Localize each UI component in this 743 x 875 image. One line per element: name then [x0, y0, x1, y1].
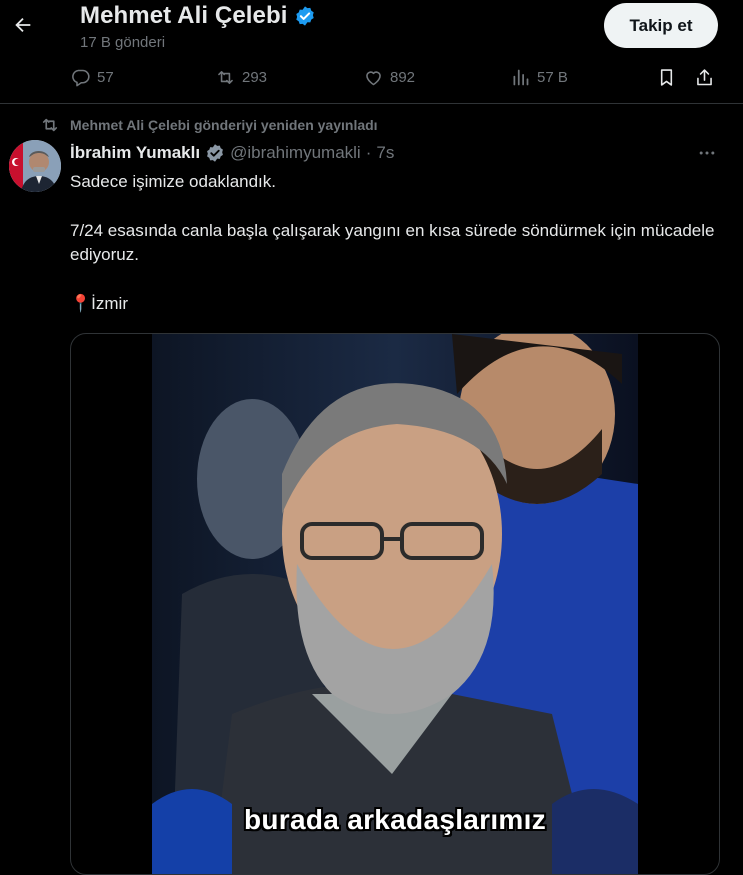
back-arrow-icon[interactable]	[8, 7, 38, 43]
repost-icon	[218, 70, 233, 84]
tweet-text-line: Sadece işimize odaklandık.	[70, 172, 277, 191]
profile-header: Mehmet Ali Çelebi 17 B gönderi Takip et …	[0, 0, 743, 103]
tweet-text-line: 7/24 esasında canla başla çalışarak yang…	[70, 220, 715, 265]
location-text: İzmir	[91, 293, 128, 313]
repost-context-icon	[42, 118, 58, 132]
author-name[interactable]: İbrahim Yumaklı	[70, 143, 200, 163]
like-icon	[366, 70, 381, 85]
profile-title-row: Mehmet Ali Çelebi	[80, 0, 316, 32]
author-handle[interactable]: @ibrahimyumakli	[230, 143, 361, 163]
more-icon[interactable]	[693, 140, 721, 166]
reply-icon	[72, 69, 90, 86]
share-button[interactable]	[694, 62, 715, 92]
share-icon	[697, 68, 712, 85]
tweet-location: 📍İzmir	[70, 292, 720, 317]
reply-button[interactable]: 57	[70, 62, 114, 92]
repost-context-text: Mehmet Ali Çelebi gönderiyi yeniden yayı…	[70, 117, 378, 133]
previous-post-actions: 57 293 892 57 B	[0, 62, 743, 92]
profile-name: Mehmet Ali Çelebi	[80, 2, 288, 29]
like-button[interactable]: 892	[363, 62, 415, 92]
divider	[0, 103, 743, 104]
verified-badge-icon	[295, 6, 314, 26]
reply-count: 57	[97, 68, 114, 86]
video-caption: burada arkadaşlarımız	[244, 804, 546, 835]
video-still	[152, 334, 638, 874]
like-count: 892	[390, 68, 416, 86]
video-frame[interactable]: burada arkadaşlarımız	[152, 334, 638, 874]
repost-button[interactable]: 293	[215, 62, 267, 92]
video-media[interactable]: burada arkadaşlarımız	[70, 333, 720, 875]
post-count: 17 B gönderi	[80, 34, 166, 51]
bookmark-icon	[660, 68, 673, 86]
timestamp[interactable]: 7s	[376, 143, 394, 163]
separator: ·	[365, 143, 372, 162]
repost-context[interactable]: Mehmet Ali Çelebi gönderiyi yeniden yayı…	[40, 114, 378, 136]
views-button[interactable]: 57 B	[510, 62, 568, 92]
view-count: 57 B	[537, 68, 568, 86]
location-pin-icon: 📍	[70, 293, 92, 313]
bookmark-button[interactable]	[656, 62, 677, 92]
avatar[interactable]	[9, 140, 61, 192]
author-row: İbrahim Yumaklı @ibrahimyumakli · 7s	[70, 141, 394, 165]
repost-count: 293	[242, 68, 268, 86]
tweet-text: Sadece işimize odaklandık. 7/24 esasında…	[70, 170, 720, 316]
views-icon	[513, 69, 529, 85]
verified-badge-icon	[207, 144, 223, 162]
follow-button[interactable]: Takip et	[604, 3, 718, 48]
